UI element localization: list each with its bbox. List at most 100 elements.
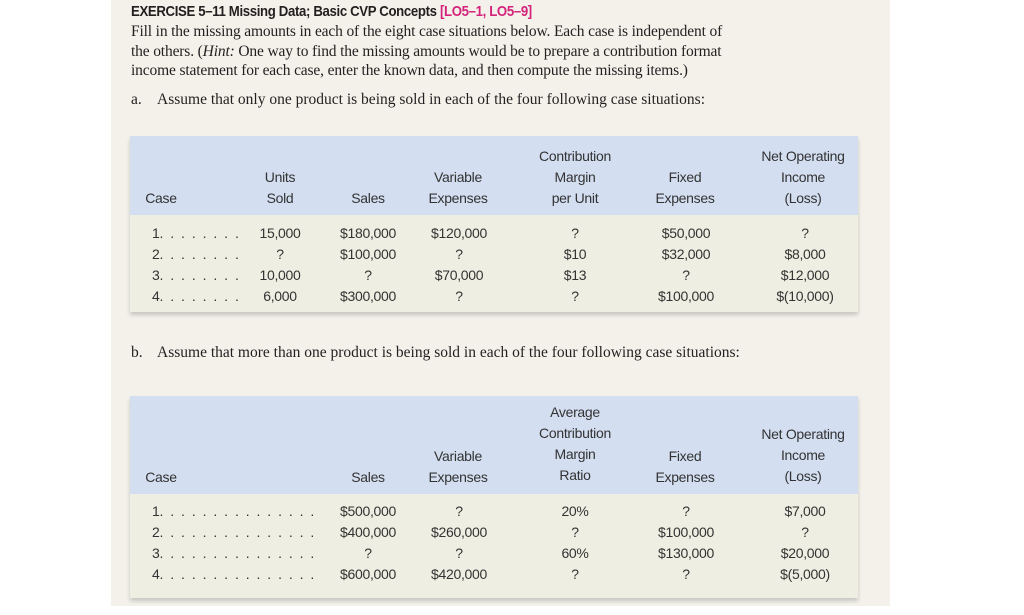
leader-dots: . . . . . . . . — [159, 246, 241, 262]
header-line: Units — [264, 169, 296, 185]
header-line: Expenses — [655, 190, 715, 206]
header-line: Margin — [554, 446, 596, 462]
cell-cm-per-unit: ? — [571, 225, 579, 241]
header-line: Expenses — [428, 469, 488, 485]
header-line: Net Operating — [761, 426, 845, 442]
part-b-label: b. — [131, 344, 143, 361]
header-line: Ratio — [559, 467, 591, 483]
case-label: 3 — [152, 545, 160, 561]
cell-sales: $600,000 — [340, 566, 396, 582]
cell-cm-per-unit: $13 — [563, 267, 587, 283]
cell-noi: $(10,000) — [776, 288, 834, 304]
table-row: 4. . . . . . . . 6,000 $300,000?? $100,000 $… — [130, 286, 858, 307]
cell-variable-expenses: ? — [455, 246, 463, 262]
cell-fixed-expenses: $32,000 — [661, 246, 711, 262]
header-avg-cm-ratio: Average Contribution Margin Ratio — [525, 402, 625, 486]
instructions: Fill in the missing amounts in each of t… — [131, 22, 871, 81]
cell-variable-expenses: $120,000 — [431, 225, 487, 241]
header-noi: Net Operating Income (Loss) — [748, 424, 858, 487]
header-line: Net Operating — [761, 148, 845, 164]
cell-fixed-expenses: $130,000 — [658, 545, 714, 561]
case-label: 1 — [152, 503, 160, 519]
cell-sales: $100,000 — [340, 246, 396, 262]
header-line: Margin — [554, 169, 596, 185]
case-number: 2. . . . . . . . . . . . . . . — [152, 522, 316, 543]
exercise-title-text: EXERCISE 5–11 Missing Data; Basic CVP Co… — [131, 3, 437, 20]
cell-sales: $300,000 — [340, 288, 396, 304]
leader-dots: . . . . . . . . — [159, 288, 241, 304]
table-row: 3. . . . . . . . 10,000? $70,000 $13? $12,00… — [130, 265, 858, 286]
header-line: Sold — [266, 190, 294, 206]
header-line: (Loss) — [784, 468, 822, 484]
leader-dots: . . . . . . . . . . . . . . . — [159, 524, 316, 540]
part-a-table: Case Units Sold Sales Variable Expenses … — [130, 136, 858, 312]
case-label: 4 — [152, 566, 160, 582]
part-b-table-header: Case Sales Variable Expenses Average Con… — [130, 396, 858, 494]
case-label: 1 — [152, 225, 160, 241]
cell-noi: $7,000 — [784, 503, 826, 519]
header-line: Expenses — [428, 190, 488, 206]
header-line: Fixed — [668, 448, 702, 464]
cell-fixed-expenses: ? — [682, 267, 690, 283]
header-line: (Loss) — [784, 190, 822, 206]
header-noi: Net Operating Income (Loss) — [748, 146, 858, 209]
cell-fixed-expenses: $100,000 — [658, 524, 714, 540]
cell-noi: $(5,000) — [780, 566, 830, 582]
header-case: Case — [145, 190, 177, 206]
cell-cm-per-unit: $10 — [563, 246, 587, 262]
header-line: Average — [550, 404, 600, 420]
part-b-prompt: b. Assume that more than one product is b… — [131, 344, 740, 362]
table-row: 2. . . . . . . . . . . . . . . $400,000 $2… — [130, 522, 858, 543]
case-label: 2 — [152, 524, 160, 540]
header-case: Case — [145, 469, 177, 485]
cell-sales: $180,000 — [340, 225, 396, 241]
case-label: 3 — [152, 267, 160, 283]
case-label: 4 — [152, 288, 160, 304]
exercise-title: EXERCISE 5–11 Missing Data; Basic CVP Co… — [131, 3, 532, 20]
cell-fixed-expenses: $100,000 — [658, 288, 714, 304]
case-number: 1. . . . . . . . — [152, 223, 240, 244]
case-number: 4. . . . . . . . — [152, 286, 240, 307]
cell-fixed-expenses: ? — [682, 503, 690, 519]
part-b-text: Assume that more than one product is bei… — [157, 344, 740, 361]
cell-sales: $500,000 — [340, 503, 396, 519]
header-sales: Sales — [351, 469, 385, 485]
case-number: 3. . . . . . . . . . . . . . . — [152, 543, 316, 564]
instructions-text: the others. ( — [131, 42, 203, 60]
cell-variable-expenses: ? — [455, 545, 463, 561]
case-number: 1. . . . . . . . . . . . . . . — [152, 501, 316, 522]
case-number: 2. . . . . . . . — [152, 244, 240, 265]
leader-dots: . . . . . . . . — [159, 267, 241, 283]
header-variable-expenses: Variable Expenses — [413, 167, 503, 209]
case-number: 3. . . . . . . . — [152, 265, 240, 286]
table-row: 1. . . . . . . . . . . . . . . $500,000? 2… — [130, 501, 858, 522]
part-a-table-header: Case Units Sold Sales Variable Expenses … — [130, 136, 858, 215]
cell-noi: ? — [801, 225, 809, 241]
instructions-line-2: the others. (Hint: One way to find the m… — [131, 42, 871, 62]
part-b-table-body: 1. . . . . . . . . . . . . . . $500,000? 2… — [130, 494, 858, 598]
part-a-text: Assume that only one product is being so… — [157, 91, 705, 108]
table-row: 4. . . . . . . . . . . . . . . $600,000 $4… — [130, 564, 858, 585]
part-b-table: Case Sales Variable Expenses Average Con… — [130, 396, 858, 598]
leader-dots: . . . . . . . . . . . . . . . — [159, 545, 316, 561]
cell-noi: $8,000 — [784, 246, 826, 262]
header-line: Contribution — [539, 425, 611, 441]
leader-dots: . . . . . . . . . . . . . . . — [159, 566, 316, 582]
header-line: Variable — [434, 169, 482, 185]
header-line: Expenses — [655, 469, 715, 485]
header-line: Income — [780, 447, 826, 463]
cell-sales: $400,000 — [340, 524, 396, 540]
cell-avg-cm-ratio: ? — [571, 566, 579, 582]
cell-avg-cm-ratio: 20% — [561, 503, 589, 519]
cell-units-sold: 10,000 — [259, 267, 301, 283]
cell-avg-cm-ratio: 60% — [561, 545, 589, 561]
part-a-prompt: a. Assume that only one product is being … — [131, 91, 705, 109]
header-fixed-expenses: Fixed Expenses — [640, 446, 730, 488]
header-units-sold: Units Sold — [248, 167, 312, 209]
header-variable-expenses: Variable Expenses — [413, 446, 503, 488]
case-label: 2 — [152, 246, 160, 262]
cell-sales: ? — [364, 267, 372, 283]
part-a-label: a. — [131, 91, 142, 108]
cell-variable-expenses: $260,000 — [431, 524, 487, 540]
cell-variable-expenses: ? — [455, 288, 463, 304]
